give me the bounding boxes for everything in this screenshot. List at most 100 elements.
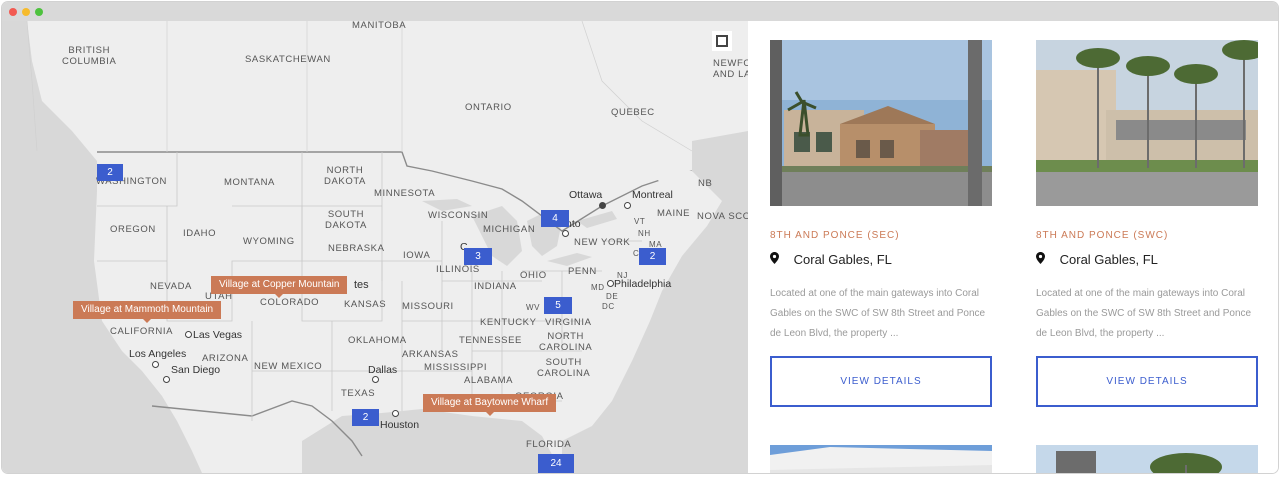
label-alabama: ALABAMA [464, 375, 514, 386]
city-san-diego: San Diego [171, 364, 221, 376]
label-minnesota: MINNESOTA [374, 188, 436, 199]
label-maine: MAINE [657, 208, 691, 219]
property-location: Coral Gables, FL [770, 252, 892, 267]
label-south-carolina: SOUTH CAROLINA [537, 357, 591, 379]
property-location-text: Coral Gables, FL [1059, 252, 1158, 267]
label-florida: FLORIDA [526, 439, 572, 450]
property-card: 8TH AND PONCE (SWC) Coral Gables, FL Loc… [1036, 40, 1258, 407]
label-penn: PENN [568, 266, 597, 277]
property-title[interactable]: 8TH AND PONCE (SEC) [770, 230, 900, 241]
pin-village-at-copper-mountain[interactable]: Village at Copper Mountain [211, 276, 348, 298]
property-photo-next[interactable] [770, 445, 992, 473]
label-new-york: NEW YORK [574, 237, 631, 248]
label-wv: WV [526, 303, 541, 312]
city-philadelphia: Philadelphia [614, 278, 672, 290]
city-marker-philadelphia [607, 280, 614, 287]
property-location: Coral Gables, FL [1036, 252, 1158, 267]
city-montreal: Montreal [632, 189, 673, 201]
property-description: Located at one of the main gateways into… [1036, 288, 1252, 339]
label-wyoming: WYOMING [243, 236, 295, 247]
label-arizona: ARIZONA [202, 353, 249, 364]
property-description: Located at one of the main gateways into… [770, 288, 986, 339]
cluster-marker-washington[interactable]: 2 [97, 164, 123, 181]
city-marker-los-angeles [152, 361, 159, 368]
label-north-carolina: NORTH CAROLINA [539, 331, 593, 353]
property-title[interactable]: 8TH AND PONCE (SWC) [1036, 230, 1168, 241]
cluster-marker-virginia[interactable]: 5 [544, 297, 572, 314]
city-marker-houston [392, 410, 399, 417]
view-details-button[interactable]: VIEW DETAILS [770, 356, 992, 407]
cluster-marker-florida[interactable]: 24 [538, 454, 574, 473]
label-ohio: OHIO [520, 270, 547, 281]
label-wisconsin: WISCONSIN [428, 210, 489, 221]
map-pin-icon [770, 252, 784, 267]
label-iowa: IOWA [403, 250, 431, 261]
label-nb: NB [698, 178, 713, 189]
property-location-text: Coral Gables, FL [793, 252, 892, 267]
label-vt: VT [634, 217, 646, 226]
city-dallas: Dallas [368, 364, 398, 376]
cluster-marker-illinois[interactable]: 3 [464, 248, 492, 265]
label-quebec: QUEBEC [611, 107, 655, 118]
label-missouri: MISSOURI [402, 301, 454, 312]
label-manitoba: MANITOBA [352, 21, 407, 31]
minimize-window-button[interactable] [22, 8, 30, 16]
city-marker-toronto [562, 230, 569, 237]
label-california: CALIFORNIA [110, 326, 174, 337]
fullscreen-icon[interactable] [712, 31, 732, 51]
label-nova-scotia: NOVA SCOTIA [697, 211, 748, 222]
property-map[interactable]: BRITISH COLUMBIA MANITOBA SASKATCHEWAN O… [2, 21, 748, 473]
label-texas: TEXAS [341, 388, 376, 399]
city-ottawa: Ottawa [569, 189, 603, 201]
label-kentucky: KENTUCKY [480, 317, 537, 328]
label-nh: NH [638, 229, 651, 238]
label-nebraska: NEBRASKA [328, 243, 385, 254]
label-md: MD [591, 283, 605, 292]
cluster-marker-new-england[interactable]: 2 [639, 248, 666, 265]
label-illinois: ILLINOIS [436, 264, 480, 275]
property-photo[interactable] [770, 40, 992, 206]
city-las-vegas: Las Vegas [193, 329, 243, 341]
city-marker-montreal [624, 202, 631, 209]
zoom-window-button[interactable] [35, 8, 43, 16]
label-idaho: IDAHO [183, 228, 217, 239]
property-photo[interactable] [1036, 40, 1258, 206]
city-marker-san-diego [163, 376, 170, 383]
label-saskatchewan: SASKATCHEWAN [245, 54, 331, 65]
label-south-dakota: SOUTH DAKOTA [325, 209, 367, 231]
pin-village-at-baytowne-wharf[interactable]: Village at Baytowne Wharf [423, 394, 557, 416]
city-houston: Houston [380, 419, 420, 431]
property-card: 8TH AND PONCE (SEC) Coral Gables, FL Loc… [770, 40, 992, 407]
label-virginia: VIRGINIA [545, 317, 592, 328]
city-marker-ottawa [599, 202, 606, 209]
city-marker-dallas [372, 376, 379, 383]
property-listing: 8TH AND PONCE (SEC) Coral Gables, FL Loc… [748, 21, 1278, 473]
city-marker-las-vegas [185, 331, 192, 338]
label-oklahoma: OKLAHOMA [348, 335, 407, 346]
label-newfoundland: NEWFO AND LA [713, 58, 748, 80]
label-dc: DC [602, 302, 615, 311]
label-oregon: OREGON [110, 224, 156, 235]
label-united-states-partial: tes [354, 279, 369, 291]
label-mississippi: MISSISSIPPI [424, 362, 488, 373]
window-titlebar [2, 2, 1278, 21]
label-tennessee: TENNESSEE [459, 335, 522, 346]
label-new-mexico: NEW MEXICO [254, 361, 323, 372]
label-british-columbia: BRITISH COLUMBIA [62, 45, 117, 67]
browser-window: BRITISH COLUMBIA MANITOBA SASKATCHEWAN O… [2, 2, 1278, 473]
label-de: DE [606, 292, 619, 301]
close-window-button[interactable] [9, 8, 17, 16]
city-los-angeles: Los Angeles [129, 348, 187, 360]
label-montana: MONTANA [224, 177, 275, 188]
label-michigan: MICHIGAN [483, 224, 536, 235]
cluster-marker-texas[interactable]: 2 [352, 409, 379, 426]
cluster-marker-ontario[interactable]: 4 [541, 210, 569, 227]
map-pin-icon [1036, 252, 1050, 267]
label-indiana: INDIANA [474, 281, 517, 292]
label-north-dakota: NORTH DAKOTA [324, 165, 366, 187]
property-photo-next[interactable] [1036, 445, 1258, 473]
label-nevada: NEVADA [150, 281, 192, 292]
view-details-button[interactable]: VIEW DETAILS [1036, 356, 1258, 407]
pin-village-at-mammoth-mountain[interactable]: Village at Mammoth Mountain [73, 301, 222, 323]
label-arkansas: ARKANSAS [402, 349, 459, 360]
